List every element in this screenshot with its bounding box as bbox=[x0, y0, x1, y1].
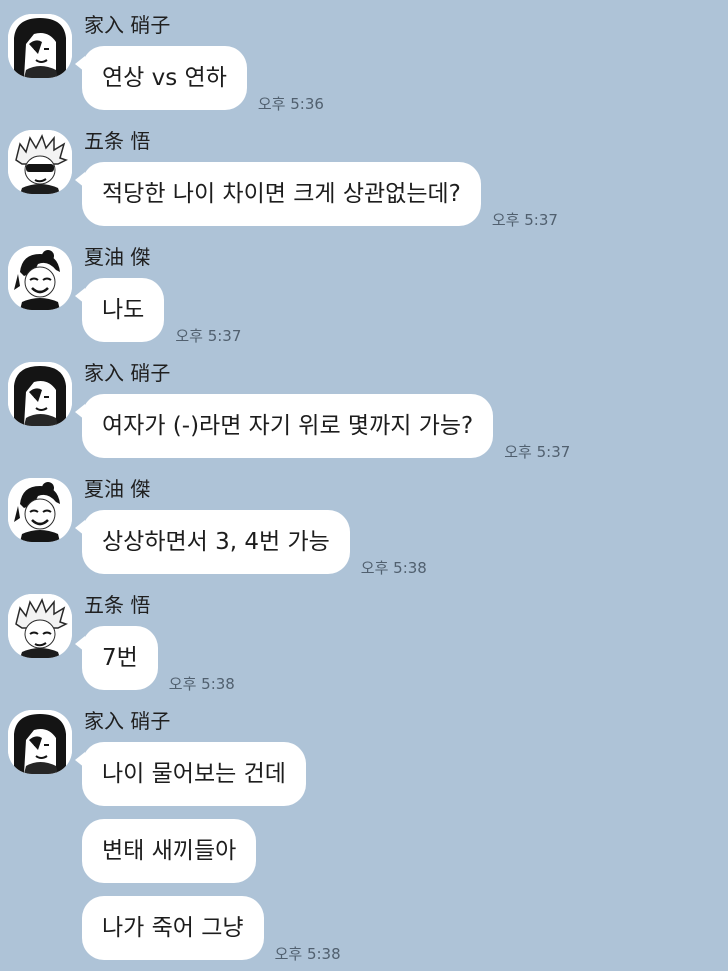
message-row: 적당한 나이 차이면 크게 상관없는데? 오후 5:37 bbox=[75, 162, 558, 229]
message-bubble[interactable]: 변태 새끼들아 bbox=[82, 819, 257, 883]
message-group-gojo: 五条 悟 7번 오후 5:38 bbox=[0, 592, 728, 693]
sender-name: 五条 悟 bbox=[84, 593, 151, 617]
message-group-shoko: 家入 硝子 여자가 (-)라면 자기 위로 몇까지 가능? 오후 5:37 bbox=[0, 360, 728, 461]
message-bubble[interactable]: 7번 bbox=[75, 626, 158, 690]
message-row: 여자가 (-)라면 자기 위로 몇까지 가능? 오후 5:37 bbox=[74, 394, 570, 461]
message-time: 오후 5:36 bbox=[257, 95, 324, 113]
message-row: 나이 물어보는 건데 bbox=[75, 742, 306, 806]
shoko-avatar-icon bbox=[8, 14, 72, 78]
message-bubble[interactable]: 연상 vs 연하 bbox=[75, 46, 247, 110]
geto-avatar[interactable] bbox=[8, 246, 72, 310]
geto-avatar[interactable] bbox=[8, 478, 72, 542]
message-bubble[interactable]: 나가 죽어 그냥 bbox=[82, 896, 264, 960]
geto-avatar-icon bbox=[8, 478, 72, 542]
message-group-shoko: 家入 硝子 나이 물어보는 건데 변태 새끼들아 나가 죽어 그냥 오후 5:3… bbox=[0, 708, 728, 971]
message-time: 오후 5:38 bbox=[274, 945, 341, 963]
message-group-geto: 夏油 傑 상상하면서 3, 4번 가능 오후 5:38 bbox=[0, 476, 728, 577]
sender-name: 夏油 傑 bbox=[84, 245, 151, 269]
message-group-geto: 夏油 傑 나도 오후 5:37 bbox=[0, 244, 728, 345]
message-row: 상상하면서 3, 4번 가능 오후 5:38 bbox=[75, 510, 427, 577]
shoko-avatar[interactable] bbox=[8, 362, 72, 426]
gojo-avatar-icon bbox=[8, 130, 72, 194]
shoko-avatar[interactable] bbox=[8, 14, 72, 78]
gojo-avatar[interactable] bbox=[8, 130, 72, 194]
message-row: 연상 vs 연하 오후 5:36 bbox=[75, 46, 324, 113]
gojo-avatar[interactable] bbox=[8, 594, 72, 658]
message-bubble[interactable]: 상상하면서 3, 4번 가능 bbox=[75, 510, 350, 574]
message-time: 오후 5:38 bbox=[360, 559, 427, 577]
chat-room[interactable]: 家入 硝子 연상 vs 연하 오후 5:36 五条 悟 적당한 나이 차이면 크… bbox=[0, 0, 728, 971]
sender-name: 家入 硝子 bbox=[84, 361, 171, 385]
message-bubble[interactable]: 여자가 (-)라면 자기 위로 몇까지 가능? bbox=[74, 394, 494, 458]
sender-name: 家入 硝子 bbox=[84, 13, 171, 37]
shoko-avatar[interactable] bbox=[8, 710, 72, 774]
message-row: 변태 새끼들아 bbox=[82, 819, 257, 883]
sender-name: 家入 硝子 bbox=[84, 709, 171, 733]
message-bubble[interactable]: 적당한 나이 차이면 크게 상관없는데? bbox=[75, 162, 481, 226]
message-time: 오후 5:37 bbox=[504, 443, 571, 461]
message-row: 나가 죽어 그냥 오후 5:38 bbox=[82, 896, 341, 963]
shoko-avatar-icon bbox=[8, 362, 72, 426]
sender-name: 五条 悟 bbox=[84, 129, 151, 153]
message-time: 오후 5:38 bbox=[168, 675, 235, 693]
message-row: 7번 오후 5:38 bbox=[75, 626, 235, 693]
message-bubble[interactable]: 나도 bbox=[74, 278, 165, 342]
gojo-avatar-icon bbox=[8, 594, 72, 658]
sender-name: 夏油 傑 bbox=[84, 477, 151, 501]
message-group-gojo: 五条 悟 적당한 나이 차이면 크게 상관없는데? 오후 5:37 bbox=[0, 128, 728, 229]
shoko-avatar-icon bbox=[8, 710, 72, 774]
message-group-shoko: 家入 硝子 연상 vs 연하 오후 5:36 bbox=[0, 12, 728, 113]
geto-avatar-icon bbox=[8, 246, 72, 310]
message-time: 오후 5:37 bbox=[175, 327, 242, 345]
message-row: 나도 오후 5:37 bbox=[74, 278, 241, 345]
message-bubble[interactable]: 나이 물어보는 건데 bbox=[75, 742, 306, 806]
message-time: 오후 5:37 bbox=[491, 211, 558, 229]
